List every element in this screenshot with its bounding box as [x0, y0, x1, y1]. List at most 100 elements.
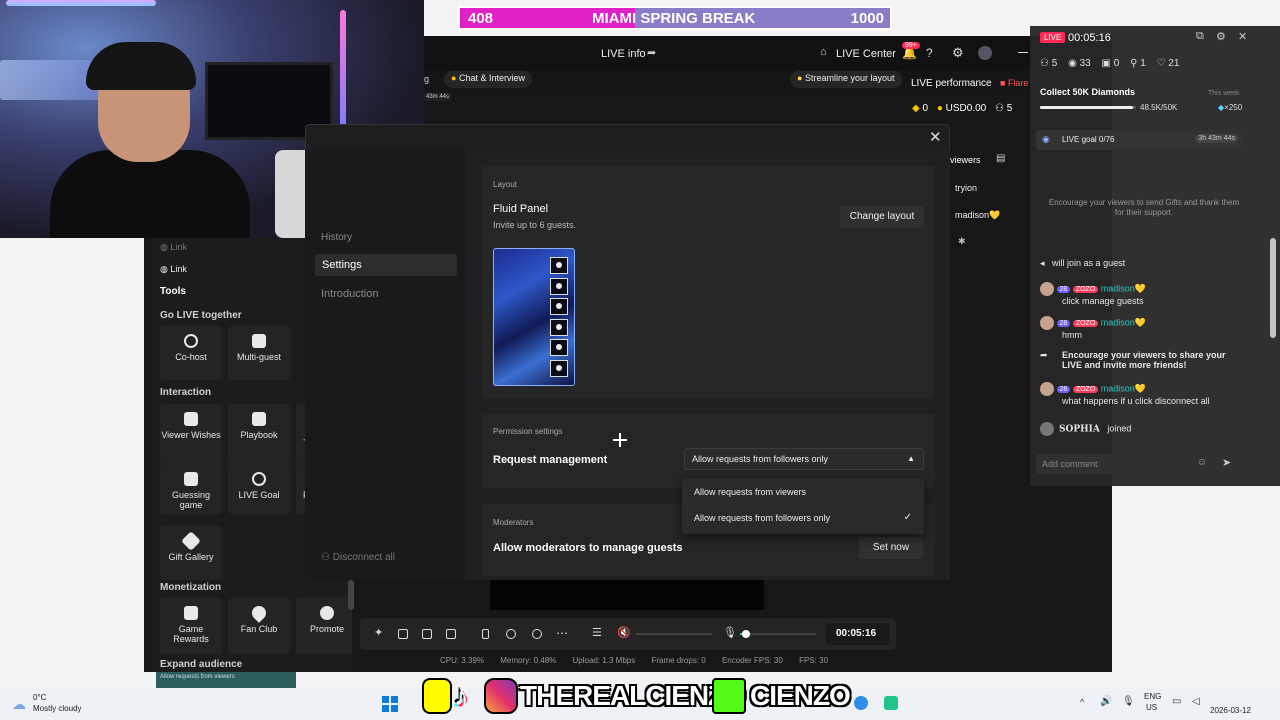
popout-icon[interactable]: ⧉	[1196, 30, 1204, 43]
chat-username[interactable]: madison💛	[1101, 283, 1146, 293]
sliders-icon[interactable]: ☰	[592, 626, 602, 639]
live-center-button[interactable]: LIVE Center	[836, 48, 896, 60]
viewer-name[interactable]: tryion	[955, 183, 977, 193]
link-label: Link	[170, 264, 187, 274]
volume-icon[interactable]: ◁	[1192, 696, 1200, 707]
stream-control-bar: ✦ ⋯ ☰ 🔇 🎙 00:05:16	[360, 618, 896, 650]
live-info-link[interactable]: LIVE info	[601, 48, 646, 60]
screen-add-icon[interactable]	[398, 629, 408, 639]
tab-chat-interview[interactable]: ● Chat & Interview	[444, 71, 532, 88]
live-goal-card[interactable]: ◉ LIVE goal 0/76 3h 43m 44s	[1036, 130, 1242, 150]
viewer-wishes-tool[interactable]: Viewer Wishes	[160, 404, 222, 464]
link-item[interactable]: ◍ Link	[160, 264, 187, 275]
avatar[interactable]	[1040, 422, 1054, 436]
avatar[interactable]	[1040, 316, 1054, 330]
chat-username[interactable]: SOPHIA	[1059, 424, 1100, 434]
set-now-button[interactable]: Set now	[859, 537, 923, 559]
camera-target-icon[interactable]	[532, 629, 542, 639]
promote-tool[interactable]: Promote	[296, 598, 352, 654]
mic-volume-thumb[interactable]	[742, 630, 750, 638]
settings-gear-icon[interactable]: ⚙	[952, 45, 964, 61]
avatar[interactable]	[1040, 282, 1054, 296]
weather-icon[interactable]: ☁	[12, 696, 26, 713]
language-label[interactable]: ENG	[1144, 692, 1161, 701]
close-icon[interactable]: ✕	[1238, 30, 1247, 43]
layout-description: Invite up to 6 guests.	[493, 220, 577, 230]
cohost-tool[interactable]: Co-host	[160, 326, 222, 380]
viewers-tab[interactable]: viewers	[950, 155, 981, 165]
list-icon[interactable]: ▤	[996, 153, 1005, 164]
tools-scrollbar[interactable]	[348, 580, 354, 610]
gift-gallery-tool[interactable]: Gift Gallery	[160, 526, 222, 580]
gift-gallery-label: Gift Gallery	[168, 552, 214, 562]
menu-option-viewers[interactable]: Allow requests from viewers	[682, 482, 924, 504]
layout-name: Fluid Panel	[493, 203, 549, 215]
layout-icon[interactable]	[446, 629, 456, 639]
microphone-icon[interactable]: 🎙	[1122, 696, 1135, 707]
ai-icon[interactable]	[422, 629, 432, 639]
avatar[interactable]	[1040, 382, 1054, 396]
chat-message: 28 ZOZO madison💛 hmm	[1040, 316, 1146, 340]
guessing-game-tool[interactable]: Guessing game	[160, 464, 222, 514]
help-icon[interactable]: ?	[926, 46, 933, 60]
flame-icon	[320, 606, 334, 620]
modal-close-icon[interactable]: ✕	[929, 128, 942, 146]
nav-history[interactable]: History	[321, 232, 352, 243]
fan-tag-badge: ZOZO	[1072, 385, 1099, 393]
more-icon[interactable]: ⋯	[556, 626, 568, 640]
chat-icon: ●	[451, 73, 457, 83]
viewer-count: 5	[1006, 103, 1013, 114]
record-icon[interactable]	[506, 629, 516, 639]
request-permission-select[interactable]: Allow requests from followers only ▲	[684, 448, 924, 470]
portrait-icon[interactable]	[482, 629, 489, 639]
nav-settings[interactable]: Settings	[315, 254, 457, 276]
section-monetization: Monetization	[160, 582, 222, 593]
share-icon[interactable]: ➦	[647, 46, 656, 59]
change-layout-button[interactable]: Change layout	[840, 206, 924, 228]
guest-slot-icon	[550, 339, 568, 356]
minimize-icon[interactable]	[1018, 52, 1028, 53]
gear-icon: ✱	[958, 236, 966, 246]
profile-avatar[interactable]	[978, 46, 992, 60]
playbook-tool[interactable]: Playbook	[228, 404, 290, 464]
speaker-muted-icon[interactable]: 🔇	[617, 626, 631, 639]
link-item-faded[interactable]: ◍ Link	[160, 242, 187, 253]
menu-option-followers[interactable]: Allow requests from followers only ✓	[682, 508, 924, 530]
promote-label: Promote	[309, 624, 344, 634]
speaker-volume-slider[interactable]	[636, 633, 712, 635]
request-permission-menu: Allow requests from viewers Allow reques…	[682, 478, 924, 534]
chevron-up-icon[interactable]: ^	[1080, 697, 1084, 707]
microphone-icon[interactable]: 🎙	[723, 626, 737, 639]
multi-guest-tool[interactable]: Multi-guest	[228, 326, 290, 380]
streamline-layout-button[interactable]: ● Streamline your layout	[790, 71, 902, 88]
magic-wand-icon[interactable]: ✦	[374, 626, 384, 639]
disconnect-all-button[interactable]: ⚇ Disconnect all	[321, 552, 395, 563]
mic-volume-slider[interactable]	[740, 630, 816, 638]
network-icon[interactable]: ▭	[1172, 696, 1181, 707]
windows-start-icon[interactable]	[382, 696, 398, 712]
weather-desc: Mostly cloudy	[33, 704, 82, 713]
page-scrollbar[interactable]	[1270, 238, 1276, 338]
layout-preview[interactable]	[493, 248, 575, 386]
add-comment-input[interactable]: Add comment ☺	[1036, 454, 1212, 474]
send-icon[interactable]: ➤	[1222, 456, 1231, 469]
scene-thumbnail[interactable]: Allow requests from viewers	[156, 672, 296, 688]
nav-introduction[interactable]: Introduction	[321, 288, 378, 300]
section-go-live-together: Go LIVE together	[160, 310, 242, 321]
tab-partial[interactable]: g	[424, 74, 429, 84]
settings-icon[interactable]: ⚙	[1216, 30, 1226, 43]
chat-username[interactable]: madison💛	[1101, 383, 1146, 393]
speaker-icon[interactable]: 🔊	[1100, 696, 1112, 707]
app-icon[interactable]	[884, 696, 898, 710]
fan-club-tool[interactable]: Fan Club	[228, 598, 290, 654]
emoji-icon[interactable]: ☺	[1197, 457, 1207, 468]
live-goal-tool[interactable]: LIVE Goal	[228, 464, 290, 514]
edge-icon[interactable]	[854, 696, 868, 710]
chat-username[interactable]: madison💛	[1101, 317, 1146, 327]
guest-slot-icon	[550, 277, 568, 295]
fps-stat: FPS: 30	[799, 656, 829, 665]
permission-section-label: Permission settings	[493, 427, 563, 436]
gifts-count: 0	[1113, 58, 1120, 69]
viewer-name[interactable]: madison💛	[955, 210, 1000, 221]
game-rewards-tool[interactable]: Game Rewards	[160, 598, 222, 654]
